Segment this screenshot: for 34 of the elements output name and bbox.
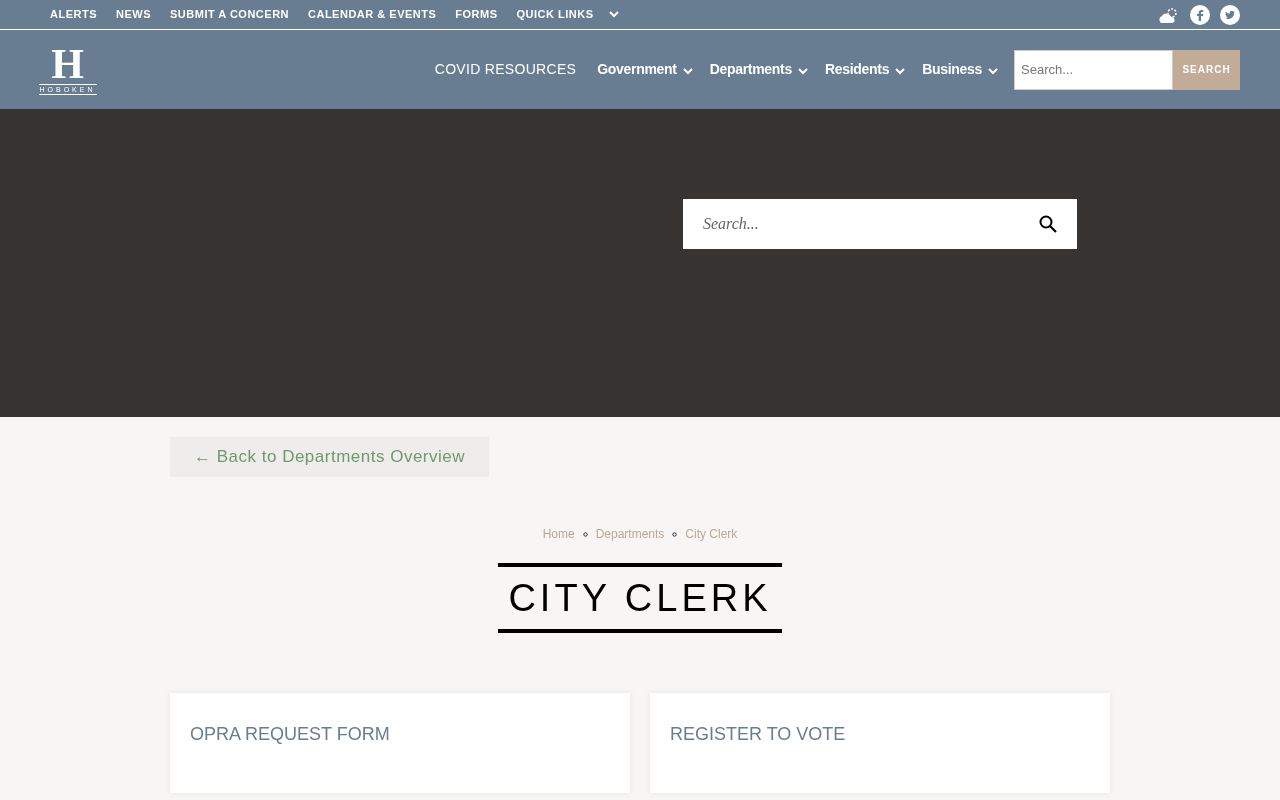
link-card[interactable]: OPRA REQUEST FORM xyxy=(170,693,630,793)
nav-link[interactable]: COVID RESOURCES xyxy=(434,59,577,80)
chevron-down-icon[interactable] xyxy=(895,68,906,75)
breadcrumb-link[interactable]: City Clerk xyxy=(685,525,738,543)
nav-link[interactable]: Government xyxy=(597,59,677,80)
breadcrumb-link[interactable]: Departments xyxy=(595,525,665,543)
top-nav-link[interactable]: CALENDAR & EVENTS xyxy=(308,6,437,23)
top-nav-link[interactable]: SUBMIT A CONCERN xyxy=(170,6,289,23)
top-nav-link[interactable]: FORMS xyxy=(455,6,498,23)
search-button[interactable]: SEARCH xyxy=(1173,49,1240,90)
search-input[interactable]: Search... xyxy=(703,212,1039,236)
link-card[interactable]: REGISTER TO VOTE xyxy=(650,693,1110,793)
search-field[interactable]: Search... xyxy=(1014,49,1173,90)
chevron-down-icon[interactable] xyxy=(682,68,693,75)
chevron-down-icon[interactable] xyxy=(608,11,619,18)
nav-link[interactable]: Residents xyxy=(824,59,890,80)
search-icon[interactable] xyxy=(1039,215,1057,233)
facebook-icon[interactable] xyxy=(1190,4,1210,25)
twitter-icon[interactable] xyxy=(1220,4,1240,25)
back-link[interactable]: ← Back to Departments Overview xyxy=(170,437,490,477)
page-title: CITY CLERK xyxy=(498,563,782,633)
top-nav-link[interactable]: NEWS xyxy=(116,6,151,23)
card-title: REGISTER TO VOTE xyxy=(670,724,846,744)
separator-dot-icon xyxy=(582,531,588,537)
separator-dot-icon xyxy=(672,531,678,537)
chevron-down-icon[interactable] xyxy=(797,68,808,75)
top-nav-link[interactable]: QUICK LINKS xyxy=(516,6,594,23)
nav-link[interactable]: Departments xyxy=(709,59,792,80)
chevron-down-icon[interactable] xyxy=(988,68,998,75)
nav-link[interactable]: Business xyxy=(922,59,982,80)
search-field[interactable]: Search... xyxy=(683,199,1077,249)
breadcrumb-link[interactable]: Home xyxy=(542,525,575,543)
card-title: OPRA REQUEST FORM xyxy=(190,724,390,744)
top-nav-link[interactable]: ALERTS xyxy=(50,6,97,23)
